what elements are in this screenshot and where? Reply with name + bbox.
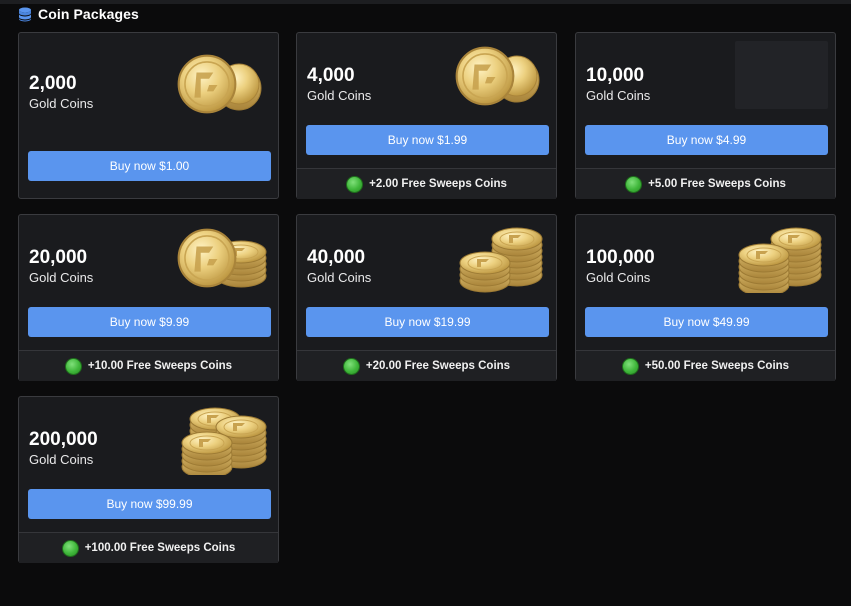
package-card-40000: 40,000 Gold Coins Buy now $19.99 +20.00 …: [296, 214, 557, 381]
package-card-200000: 200,000 Gold Coins Buy now $99.99 +100.0…: [18, 396, 279, 563]
package-card-4000: 4,000 Gold Coins Buy now $1.99 +2.00 Fre…: [296, 32, 557, 199]
coins-double-stack-icon: [738, 227, 822, 293]
package-card-2000: 2,000 Gold Coins Buy now $1.00: [18, 32, 279, 199]
coin-amount: 40,000: [307, 247, 366, 268]
coin-unit: Gold Coins: [586, 270, 651, 285]
bonus-text: +10.00 Free Sweeps Coins: [87, 360, 233, 372]
coins-double-stack-icon: [459, 227, 543, 293]
bonus-row: +5.00 Free Sweeps Coins: [576, 168, 835, 199]
buy-button[interactable]: Buy now $49.99: [585, 307, 828, 337]
coins-pile-icon: [181, 407, 267, 475]
bonus-text: +5.00 Free Sweeps Coins: [648, 178, 786, 190]
image-placeholder: [735, 41, 828, 109]
bonus-text: +50.00 Free Sweeps Coins: [644, 360, 790, 372]
buy-button[interactable]: Buy now $19.99: [306, 307, 549, 337]
coin-unit: Gold Coins: [307, 88, 372, 103]
bonus-text: +100.00 Free Sweeps Coins: [84, 542, 236, 554]
coin-unit: Gold Coins: [29, 452, 94, 467]
coin-unit: Gold Coins: [586, 88, 651, 103]
bonus-row: +20.00 Free Sweeps Coins: [297, 350, 556, 381]
coin-amount: 200,000: [29, 429, 98, 450]
bonus-row: +10.00 Free Sweeps Coins: [19, 350, 278, 381]
coin-amount: 2,000: [29, 73, 77, 94]
package-card-10000: 10,000 Gold Coins Buy now $4.99 +5.00 Fr…: [575, 32, 836, 199]
buy-button[interactable]: Buy now $9.99: [28, 307, 271, 337]
sweeps-coin-icon: [346, 175, 364, 193]
bonus-row: +100.00 Free Sweeps Coins: [19, 532, 278, 563]
top-bar: [0, 0, 851, 4]
coins-stack-icon: [177, 228, 267, 288]
coins-small-icon: [177, 54, 262, 114]
sweeps-coin-icon: [621, 357, 639, 375]
page-title: Coin Packages: [38, 6, 139, 22]
buy-button[interactable]: Buy now $4.99: [585, 125, 828, 155]
coin-unit: Gold Coins: [29, 270, 94, 285]
sweeps-coin-icon: [64, 357, 82, 375]
bonus-text: +20.00 Free Sweeps Coins: [365, 360, 511, 372]
sweeps-coin-icon: [342, 357, 360, 375]
buy-button[interactable]: Buy now $1.99: [306, 125, 549, 155]
database-icon: [19, 7, 31, 21]
bonus-row: +50.00 Free Sweeps Coins: [576, 350, 835, 381]
buy-button[interactable]: Buy now $1.00: [28, 151, 271, 181]
coin-amount: 10,000: [586, 65, 645, 86]
bonus-text: +2.00 Free Sweeps Coins: [369, 178, 507, 190]
section-header: Coin Packages: [18, 5, 139, 23]
coins-small-icon: [455, 46, 540, 106]
sweeps-coin-icon: [61, 539, 79, 557]
coin-amount: 4,000: [307, 65, 355, 86]
coin-unit: Gold Coins: [307, 270, 372, 285]
coin-amount: 20,000: [29, 247, 88, 268]
sweeps-coin-icon: [625, 175, 643, 193]
buy-button[interactable]: Buy now $99.99: [28, 489, 271, 519]
coin-amount: 100,000: [586, 247, 655, 268]
coin-unit: Gold Coins: [29, 96, 94, 111]
bonus-row: +2.00 Free Sweeps Coins: [297, 168, 556, 199]
package-card-100000: 100,000 Gold Coins Buy now $49.99 +50.00…: [575, 214, 836, 381]
package-card-20000: 20,000 Gold Coins Buy now $9.99 +10.00 F…: [18, 214, 279, 381]
